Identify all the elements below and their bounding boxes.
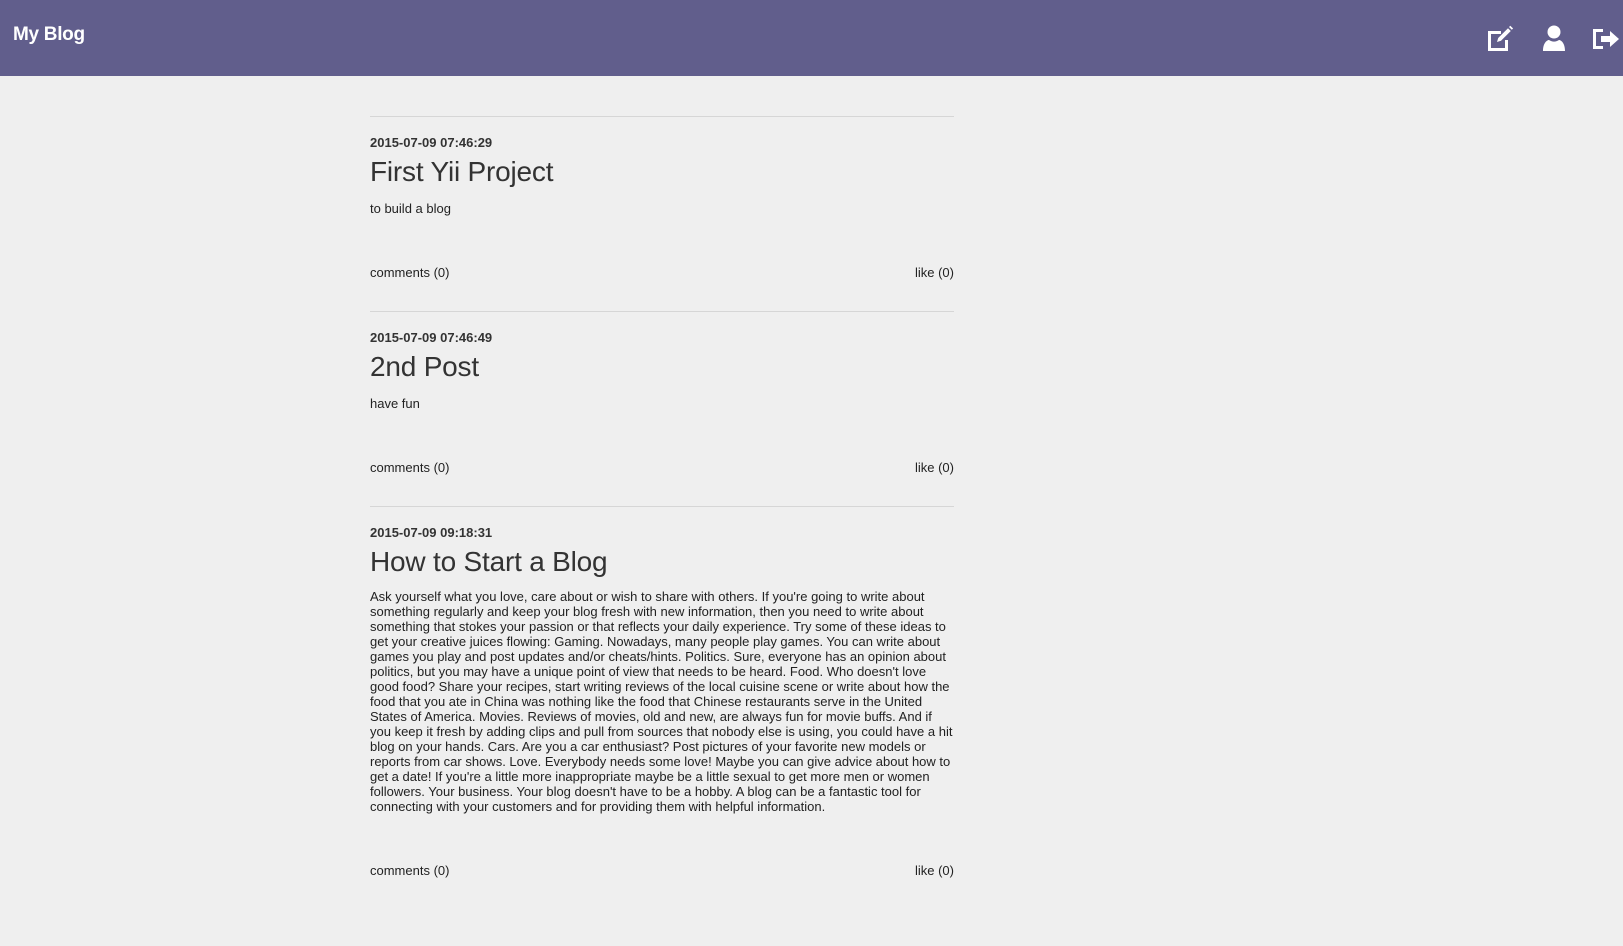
post-body: Ask yourself what you love, care about o… <box>370 589 953 814</box>
post-item: 2015-07-09 07:46:49 2nd Post have fun co… <box>370 311 954 477</box>
comments-link[interactable]: comments (0) <box>370 862 449 880</box>
post-item: 2015-07-09 07:46:29 First Yii Project to… <box>370 116 954 282</box>
like-link[interactable]: like (0) <box>915 264 954 282</box>
post-title[interactable]: How to Start a Blog <box>370 545 954 579</box>
top-navbar: My Blog <box>0 0 1623 76</box>
post-date: 2015-07-09 09:18:31 <box>370 525 493 540</box>
edit-icon[interactable] <box>1484 24 1514 54</box>
like-link[interactable]: like (0) <box>915 862 954 880</box>
post-title[interactable]: 2nd Post <box>370 350 954 384</box>
post-item: 2015-07-09 09:18:31 How to Start a Blog … <box>370 506 954 880</box>
post-title[interactable]: First Yii Project <box>370 155 954 189</box>
user-icon[interactable] <box>1539 24 1569 54</box>
post-footer: comments (0) like (0) <box>370 459 954 477</box>
post-feed: 2015-07-09 07:46:29 First Yii Project to… <box>370 116 954 909</box>
comments-link[interactable]: comments (0) <box>370 264 449 282</box>
like-link[interactable]: like (0) <box>915 459 954 477</box>
post-body: have fun <box>370 396 420 411</box>
post-footer: comments (0) like (0) <box>370 862 954 880</box>
post-date: 2015-07-09 07:46:49 <box>370 330 493 345</box>
brand-link[interactable]: My Blog <box>13 24 85 46</box>
comments-link[interactable]: comments (0) <box>370 459 449 477</box>
post-footer: comments (0) like (0) <box>370 264 954 282</box>
post-body: to build a blog <box>370 201 451 216</box>
post-date: 2015-07-09 07:46:29 <box>370 135 493 150</box>
logout-icon[interactable] <box>1591 24 1621 54</box>
